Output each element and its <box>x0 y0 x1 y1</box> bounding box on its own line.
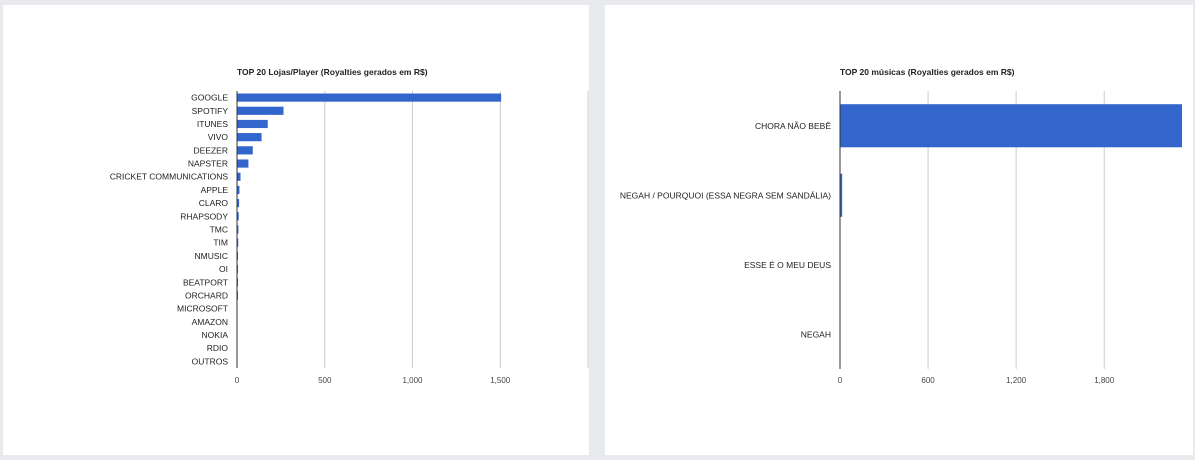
category-label: VIVO <box>208 132 229 142</box>
x-tick-label: 1,000 <box>402 376 423 385</box>
x-tick-label: 1,500 <box>490 376 511 385</box>
songs-chart: TOP 20 músicas (Royalties gerados em R$)… <box>620 67 1182 385</box>
category-label: NMUSIC <box>194 251 228 261</box>
bar <box>237 133 262 142</box>
category-label: OUTROS <box>192 356 229 366</box>
category-label: TMC <box>210 225 228 235</box>
category-label: OI <box>219 264 228 274</box>
bar <box>237 119 268 129</box>
category-label: ESSE É O MEU DEUS <box>744 260 831 270</box>
category-label: CHORA NÃO BEBÊ <box>755 121 831 131</box>
x-tick-label: 600 <box>921 376 935 385</box>
bar <box>237 172 241 181</box>
bar <box>237 146 253 155</box>
category-label: NEGAH <box>801 329 831 339</box>
x-tick-label: 1,800 <box>1094 376 1115 385</box>
bar <box>237 159 249 168</box>
x-tick-label: 0 <box>838 376 843 385</box>
category-label: NEGAH / POURQUOI (ESSA NEGRA SEM SANDÁLI… <box>620 190 831 200</box>
category-label: CRICKET COMMUNICATIONS <box>110 172 229 182</box>
chart-panel-stores: TOP 20 Lojas/Player (Royalties gerados e… <box>3 5 589 455</box>
category-label: NAPSTER <box>188 159 228 169</box>
x-tick-label: 0 <box>235 376 240 385</box>
x-tick-label: 500 <box>318 376 332 385</box>
bar <box>237 106 284 115</box>
category-label: TIM <box>213 238 228 248</box>
category-label: CLARO <box>199 198 229 208</box>
chart-panel-songs: TOP 20 músicas (Royalties gerados em R$)… <box>605 5 1193 455</box>
category-label: BEATPORT <box>183 277 228 287</box>
category-label: RHAPSODY <box>180 211 228 221</box>
chart-title: TOP 20 Lojas/Player (Royalties gerados e… <box>237 67 428 77</box>
stores-chart: TOP 20 Lojas/Player (Royalties gerados e… <box>110 67 589 385</box>
category-label: APPLE <box>201 185 229 195</box>
category-label: MICROSOFT <box>177 304 228 314</box>
category-label: NOKIA <box>202 330 229 340</box>
bar <box>840 104 1182 148</box>
x-tick-label: 1,200 <box>1006 376 1027 385</box>
category-label: ORCHARD <box>185 290 228 300</box>
category-label: ITUNES <box>197 119 229 129</box>
category-label: SPOTIFY <box>192 106 229 116</box>
category-label: DEEZER <box>194 145 228 155</box>
bar <box>237 93 502 102</box>
chart-title: TOP 20 músicas (Royalties gerados em R$) <box>840 67 1015 77</box>
category-label: GOOGLE <box>191 93 228 103</box>
category-label: RDIO <box>207 343 229 353</box>
category-label: AMAZON <box>192 317 228 327</box>
